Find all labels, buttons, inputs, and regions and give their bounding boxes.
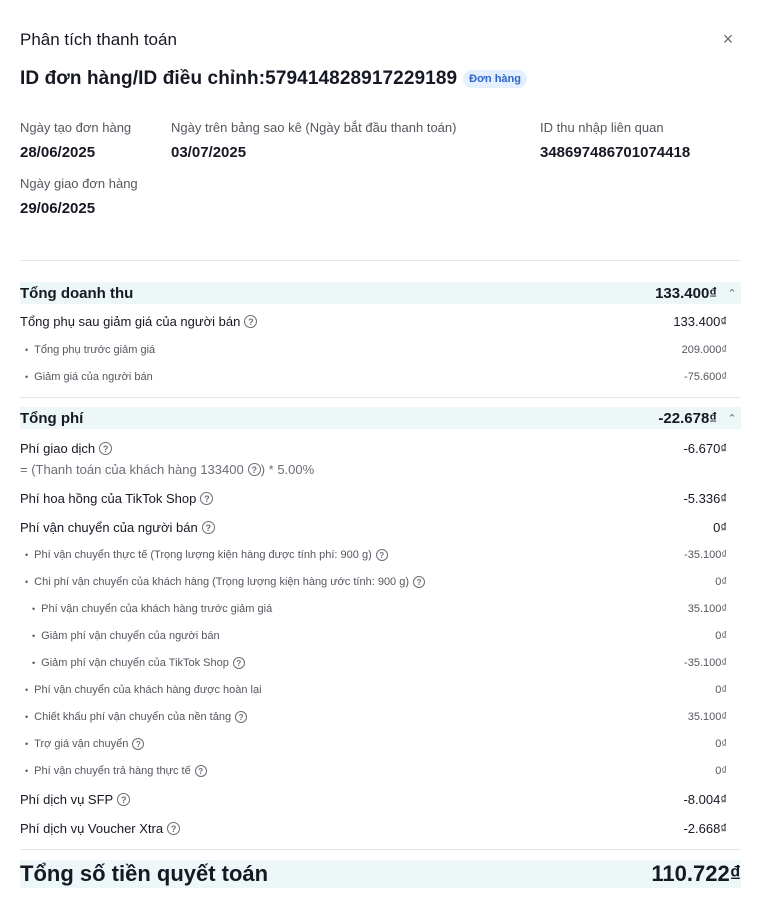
help-icon[interactable]: ? xyxy=(99,442,113,455)
fee-subrow: Chiết khấu phí vận chuyển của nền tảng? … xyxy=(20,711,727,723)
income-id-value: 348697486701074418 xyxy=(540,144,691,161)
fee-row: Phí hoa hồng của TikTok Shop? -5.336₫ xyxy=(20,491,727,506)
fee-subrow-label: Trợ giá vận chuyển xyxy=(34,738,129,750)
fee-row-label: Phí dịch vụ Voucher Xtra xyxy=(20,821,164,836)
fee-row: Phí dịch vụ Voucher Xtra? -2.668₫ xyxy=(20,821,727,836)
fee-subrow: Chi phí vận chuyển của khách hàng (Trọng… xyxy=(20,576,727,588)
fee-row-value: -6.670₫ xyxy=(683,441,727,456)
fee-row-label: Phí dịch vụ SFP xyxy=(20,792,114,807)
fees-title: Tổng phí xyxy=(20,409,84,427)
created-date-block: Ngày tạo đơn hàng 28/06/2025 xyxy=(20,120,131,161)
fee-subrow-label: Giảm phí vận chuyển của người bán xyxy=(20,630,219,642)
fee-row-value: 0₫ xyxy=(713,520,727,535)
fee-subrow-label: Chiết khấu phí vận chuyển của nền tảng xyxy=(34,711,232,723)
fee-subrow-label: Phí vận chuyển của khách hàng được hoàn … xyxy=(20,684,261,696)
fee-row-label: Phí giao dịch xyxy=(20,441,96,456)
fee-subrow-value: -35.100₫ xyxy=(684,549,727,561)
revenue-subrow-label: Giảm giá của người bán xyxy=(20,371,153,383)
help-icon[interactable]: ? xyxy=(201,521,215,534)
delivered-date-value: 29/06/2025 xyxy=(20,200,96,217)
help-icon[interactable]: ? xyxy=(132,738,145,750)
help-icon[interactable]: ? xyxy=(194,765,207,777)
fees-amount: -22.678₫ xyxy=(658,409,717,427)
divider xyxy=(20,397,741,398)
fee-subrow-label: Giảm phí vận chuyển của TikTok Shop xyxy=(41,657,229,669)
revenue-row: Tổng phụ sau giảm giá của người bán? 133… xyxy=(20,314,727,329)
fee-subrow: Phí vận chuyển trả hàng thực tế? 0₫ xyxy=(20,765,727,777)
help-icon[interactable]: ? xyxy=(117,793,131,806)
settlement-total-value: 110.722₫ xyxy=(651,861,741,886)
divider xyxy=(20,849,741,850)
order-type-badge: Đơn hàng xyxy=(463,70,527,88)
fee-subrow: Giảm phí vận chuyển của người bán 0₫ xyxy=(20,630,727,642)
statement-date-value: 03/07/2025 xyxy=(171,144,247,161)
fee-subrow-value: 35.100₫ xyxy=(687,603,727,615)
help-icon[interactable]: ? xyxy=(375,549,388,561)
fee-subrow-value: 35.100₫ xyxy=(687,711,727,723)
divider xyxy=(20,260,741,261)
fee-subrow: Phí vận chuyển thực tế (Trọng lượng kiện… xyxy=(20,549,727,561)
delivered-date-block: Ngày giao đơn hàng 29/06/2025 xyxy=(20,176,138,217)
fee-subrow-value: 0₫ xyxy=(715,576,727,588)
fee-subrow-label: Phí vận chuyển của khách hàng trước giảm… xyxy=(20,603,272,615)
modal-title: Phân tích thanh toán xyxy=(20,30,177,49)
revenue-amount: 133.400₫ xyxy=(655,284,717,302)
delivered-date-label: Ngày giao đơn hàng xyxy=(20,176,138,191)
created-date-label: Ngày tạo đơn hàng xyxy=(20,120,132,135)
fee-subrow-label: Chi phí vận chuyển của khách hàng (Trọng… xyxy=(34,576,410,588)
fee-row: Phí dịch vụ SFP? -8.004₫ xyxy=(20,792,727,807)
income-id-block: ID thu nhập liên quan 348697486701074418 xyxy=(540,120,690,161)
chevron-up-icon[interactable]: ⌃ xyxy=(727,287,737,300)
fee-subrow: Trợ giá vận chuyển? 0₫ xyxy=(20,738,727,750)
fee-row-transaction: Phí giao dịch? -6.670₫ xyxy=(20,441,727,456)
fee-subrow-label: Phí vận chuyển thực tế (Trọng lượng kiện… xyxy=(34,549,372,561)
fee-subrow-value: 0₫ xyxy=(715,765,727,777)
chevron-up-icon[interactable]: ⌃ xyxy=(727,412,737,425)
fee-subrow: Giảm phí vận chuyển của TikTok Shop? -35… xyxy=(20,657,727,669)
revenue-subrow-value: -75.600₫ xyxy=(684,371,727,383)
order-id-line: ID đơn hàng/ID điều chỉnh:57941482891722… xyxy=(20,68,527,90)
transaction-fee-formula: = (Thanh toán của khách hàng 133400 ? ) … xyxy=(20,462,314,477)
revenue-row-label: Tổng phụ sau giảm giá của người bán xyxy=(20,314,241,329)
fee-row-value: -2.668₫ xyxy=(683,821,727,836)
fee-row-value: -8.004₫ xyxy=(683,792,727,807)
help-icon[interactable]: ? xyxy=(413,576,426,588)
help-icon[interactable]: ? xyxy=(235,711,248,723)
income-id-label: ID thu nhập liên quan xyxy=(540,120,664,135)
revenue-subrow-label: Tổng phụ trước giảm giá xyxy=(20,344,155,356)
statement-date-block: Ngày trên bảng sao kê (Ngày bắt đầu than… xyxy=(171,120,456,161)
help-icon[interactable]: ? xyxy=(232,657,245,669)
revenue-section-header[interactable]: Tổng doanh thu 133.400₫ ⌃ xyxy=(20,282,741,304)
fee-subrow-value: 0₫ xyxy=(715,738,727,750)
revenue-subrow: Tổng phụ trước giảm giá 209.000₫ xyxy=(20,344,727,356)
formula-suffix: ) * 5.00% xyxy=(260,462,315,477)
fee-subrow: Phí vận chuyển của khách hàng trước giảm… xyxy=(20,603,727,615)
revenue-row-value: 133.400₫ xyxy=(673,314,727,329)
fee-row-label: Phí vận chuyển của người bán xyxy=(20,520,198,535)
settlement-total-label: Tổng số tiền quyết toán xyxy=(20,861,269,886)
fee-row-value: -5.336₫ xyxy=(683,491,727,506)
created-date-value: 28/06/2025 xyxy=(20,144,96,161)
revenue-subrow: Giảm giá của người bán -75.600₫ xyxy=(20,371,727,383)
close-icon[interactable]: × xyxy=(719,30,737,48)
help-icon[interactable]: ? xyxy=(244,315,258,328)
statement-date-label: Ngày trên bảng sao kê (Ngày bắt đầu than… xyxy=(171,120,457,135)
fee-subrow-label: Phí vận chuyển trả hàng thực tế xyxy=(34,765,191,777)
revenue-subrow-value: 209.000₫ xyxy=(681,344,727,356)
fee-row-label: Phí hoa hồng của TikTok Shop xyxy=(20,491,197,506)
order-id: ID đơn hàng/ID điều chỉnh:57941482891722… xyxy=(20,68,458,89)
fees-section-header[interactable]: Tổng phí -22.678₫ ⌃ xyxy=(20,407,741,429)
fee-subrow-value: -35.100₫ xyxy=(684,657,727,669)
revenue-title: Tổng doanh thu xyxy=(20,284,134,302)
fee-subrow: Phí vận chuyển của khách hàng được hoàn … xyxy=(20,684,727,696)
payment-breakdown-modal: Phân tích thanh toán × ID đơn hàng/ID đi… xyxy=(0,0,763,920)
fee-subrow-value: 0₫ xyxy=(715,684,727,696)
formula-prefix: = (Thanh toán của khách hàng 133400 xyxy=(20,462,244,477)
fee-subrow-value: 0₫ xyxy=(715,630,727,642)
fee-row: Phí vận chuyển của người bán? 0₫ xyxy=(20,520,727,535)
help-icon[interactable]: ? xyxy=(200,492,214,505)
help-icon[interactable]: ? xyxy=(167,822,181,835)
settlement-total: Tổng số tiền quyết toán 110.722₫ xyxy=(20,860,741,888)
help-icon[interactable]: ? xyxy=(247,463,261,476)
